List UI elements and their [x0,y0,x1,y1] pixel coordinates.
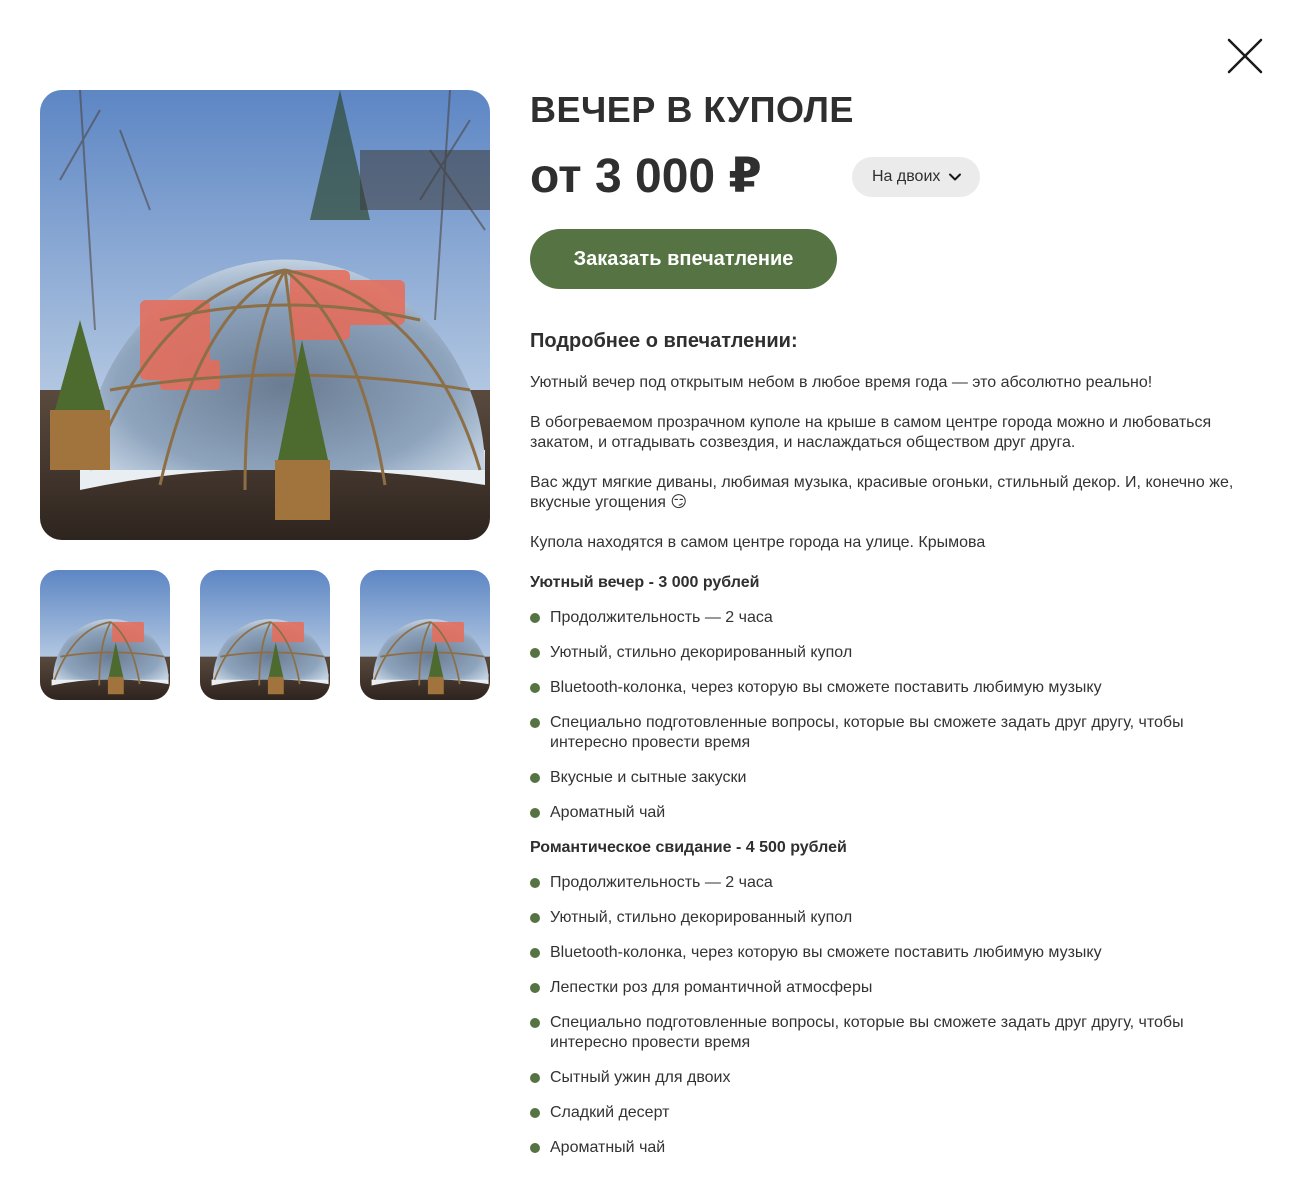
feature-item: Bluetooth-колонка, через которую вы смож… [530,943,1260,963]
guests-select[interactable]: На двоих [852,157,981,197]
close-icon [1227,38,1263,74]
feature-item: Специально подготовленные вопросы, котор… [530,1013,1260,1053]
feature-item: Bluetooth-колонка, через которую вы смож… [530,678,1260,698]
photo-gallery [40,90,490,700]
feature-text: Ароматный чай [550,1139,666,1156]
feature-text: Специально подготовленные вопросы, котор… [550,714,1184,751]
bullet-icon [530,878,540,888]
bullet-icon [530,648,540,658]
thumbnail-image [360,570,490,700]
main-photo[interactable] [40,90,490,540]
package-features-list: Продолжительность — 2 часа Уютный, стиль… [530,873,1260,1158]
thumbnail-image [40,570,170,700]
dome-photo-image [40,90,490,540]
guests-select-value: На двоих [872,168,941,185]
feature-text: Уютный, стильно декорированный купол [550,644,853,661]
feature-text: Сладкий десерт [550,1104,670,1121]
bullet-icon [530,1143,540,1153]
feature-text: Bluetooth-колонка, через которую вы смож… [550,944,1102,961]
feature-item: Специально подготовленные вопросы, котор… [530,713,1260,753]
description-paragraph: В обогреваемом прозрачном куполе на крыш… [530,414,1212,451]
feature-text: Лепестки роз для романтичной атмосферы [550,979,873,996]
bullet-icon [530,773,540,783]
feature-item: Вкусные и сытные закуски [530,768,1260,788]
bullet-icon [530,808,540,818]
thumbnail-3[interactable] [360,570,490,700]
feature-item: Ароматный чай [530,803,1260,823]
thumbnail-strip [40,570,490,700]
feature-text: Вкусные и сытные закуски [550,769,747,786]
order-button[interactable]: Заказать впечатление [530,229,837,289]
bullet-icon [530,948,540,958]
bullet-icon [530,613,540,623]
feature-text: Уютный, стильно декорированный купол [550,909,853,926]
product-price: от 3 000 ₽ [530,150,762,203]
description-paragraph: Купола находятся в самом центре города н… [530,534,986,551]
details-heading: Подробнее о впечатлении: [530,330,798,352]
feature-item: Продолжительность — 2 часа [530,608,1260,628]
feature-text: Продолжительность — 2 часа [550,874,773,891]
feature-item: Уютный, стильно декорированный купол [530,643,1260,663]
bullet-icon [530,983,540,993]
thumbnail-image [200,570,330,700]
feature-text: Продолжительность — 2 часа [550,609,773,626]
feature-text: Сытный ужин для двоих [550,1069,731,1086]
thumbnail-2[interactable] [200,570,330,700]
bullet-icon [530,1108,540,1118]
feature-item: Уютный, стильно декорированный купол [530,908,1260,928]
bullet-icon [530,1018,540,1028]
description-paragraph: Уютный вечер под открытым небом в любое … [530,374,1153,391]
thumbnail-1[interactable] [40,570,170,700]
bullet-icon [530,913,540,923]
package-title: Романтическое свидание - 4 500 рублей [530,839,847,856]
feature-item: Продолжительность — 2 часа [530,873,1260,893]
product-title: ВЕЧЕР В КУПОЛЕ [530,89,854,130]
bullet-icon [530,683,540,693]
feature-item: Лепестки роз для романтичной атмосферы [530,978,1260,998]
description-paragraph: Вас ждут мягкие диваны, любимая музыка, … [530,474,1234,511]
feature-item: Ароматный чай [530,1138,1260,1158]
price-row: от 3 000 ₽ На двоих [530,150,1260,204]
package-title: Уютный вечер - 3 000 рублей [530,574,760,591]
chevron-down-icon [949,173,962,181]
close-button[interactable] [1226,37,1264,75]
feature-item: Сладкий десерт [530,1103,1260,1123]
bullet-icon [530,1073,540,1083]
feature-text: Специально подготовленные вопросы, котор… [550,1014,1184,1051]
feature-text: Bluetooth-колонка, через которую вы смож… [550,679,1102,696]
feature-text: Ароматный чай [550,804,666,821]
bullet-icon [530,718,540,728]
product-details: ВЕЧЕР В КУПОЛЕ от 3 000 ₽ На двоих Заказ… [530,90,1260,1173]
package-features-list: Продолжительность — 2 часа Уютный, стиль… [530,608,1260,823]
feature-item: Сытный ужин для двоих [530,1068,1260,1088]
